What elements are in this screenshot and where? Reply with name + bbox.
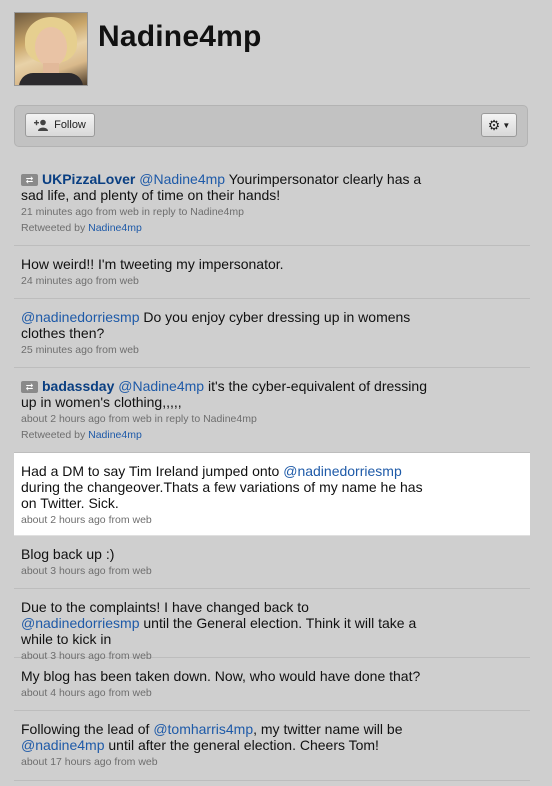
tweet-meta: about 17 hours ago from web — [21, 756, 158, 768]
profile-header: Nadine4mp — [14, 12, 534, 86]
retweet-icon: ⇄ — [21, 381, 38, 393]
tweet-text: Blog back up :) — [21, 546, 115, 562]
tweet-text: My blog has been taken down. Now, who wo… — [21, 668, 421, 684]
tweet-item: ⇄ badassday @Nadine4mp it's the cyber-equ… — [14, 368, 530, 453]
tweet-text: ⇄ badassday @Nadine4mp it's the cyber-equ… — [21, 378, 427, 410]
chevron-down-icon: ▼ — [502, 120, 511, 130]
mention-link[interactable]: @nadinedorriesmp — [283, 463, 402, 479]
tweet-meta: about 4 hours ago from web — [21, 687, 152, 699]
gear-icon: ⚙ — [487, 117, 501, 133]
tweet-meta: about 2 hours ago from web — [21, 514, 152, 526]
tweet-author[interactable]: UKPizzaLover — [42, 171, 135, 187]
timeline: ⇄ UKPizzaLover @Nadine4mp Yourimpersonato… — [14, 165, 530, 781]
tweet-meta: about 2 hours ago from web in reply to N… — [21, 413, 257, 425]
tweet-text: ⇄ UKPizzaLover @Nadine4mp Yourimpersonato… — [21, 171, 422, 203]
tweet-item: My blog has been taken down. Now, who wo… — [14, 658, 530, 711]
tweet-item: Due to the complaints! I have changed ba… — [14, 589, 530, 662]
avatar-shirt — [19, 73, 83, 85]
profile-action-bar: Follow ⚙ ▼ — [14, 105, 528, 147]
tweet-text: Had a DM to say Tim Ireland jumped onto … — [21, 463, 423, 511]
mention-link[interactable]: @Nadine4mp — [139, 171, 225, 187]
tweet-text: Due to the complaints! I have changed ba… — [21, 599, 417, 647]
tweet-item-highlighted: Had a DM to say Tim Ireland jumped onto … — [14, 453, 530, 536]
tweet-item: @nadinedorriesmp Do you enjoy cyber dres… — [14, 299, 530, 368]
mention-link[interactable]: @nadinedorriesmp — [21, 615, 140, 631]
tweet-author[interactable]: badassday — [42, 378, 114, 394]
retweeted-by: Retweeted by Nadine4mp — [21, 222, 142, 234]
tweet-item: ⇄ UKPizzaLover @Nadine4mp Yourimpersonato… — [14, 165, 530, 246]
add-user-icon — [34, 119, 49, 131]
retweeted-by: Retweeted by Nadine4mp — [21, 429, 142, 441]
tweet-meta: 25 minutes ago from web — [21, 344, 139, 356]
tweet-text: @nadinedorriesmp Do you enjoy cyber dres… — [21, 309, 411, 341]
tweet-meta: 24 minutes ago from web — [21, 275, 139, 287]
avatar-face — [35, 27, 67, 67]
mention-link[interactable]: @Nadine4mp — [118, 378, 204, 394]
follow-button-label: Follow — [54, 119, 86, 131]
retweeter-link[interactable]: Nadine4mp — [88, 222, 142, 234]
mention-link[interactable]: @nadine4mp — [21, 737, 105, 753]
tweet-meta: about 3 hours ago from web — [21, 565, 152, 577]
tweet-item: How weird!! I'm tweeting my impersonator… — [14, 246, 530, 299]
tweet-item: Blog back up :) about 3 hours ago from w… — [14, 536, 530, 589]
retweeter-link[interactable]: Nadine4mp — [88, 429, 142, 441]
tweet-text: Following the lead of @tomharris4mp, my … — [21, 721, 403, 753]
tweet-text: How weird!! I'm tweeting my impersonator… — [21, 256, 284, 272]
mention-link[interactable]: @nadinedorriesmp — [21, 309, 140, 325]
profile-username: Nadine4mp — [98, 20, 262, 53]
settings-menu-button[interactable]: ⚙ ▼ — [481, 113, 517, 137]
mention-link[interactable]: @tomharris4mp — [153, 721, 253, 737]
follow-button[interactable]: Follow — [25, 113, 95, 137]
tweet-meta: 21 minutes ago from web in reply to Nadi… — [21, 206, 244, 218]
avatar[interactable] — [14, 12, 88, 86]
retweet-icon: ⇄ — [21, 174, 38, 186]
tweet-item: Following the lead of @tomharris4mp, my … — [14, 711, 530, 781]
